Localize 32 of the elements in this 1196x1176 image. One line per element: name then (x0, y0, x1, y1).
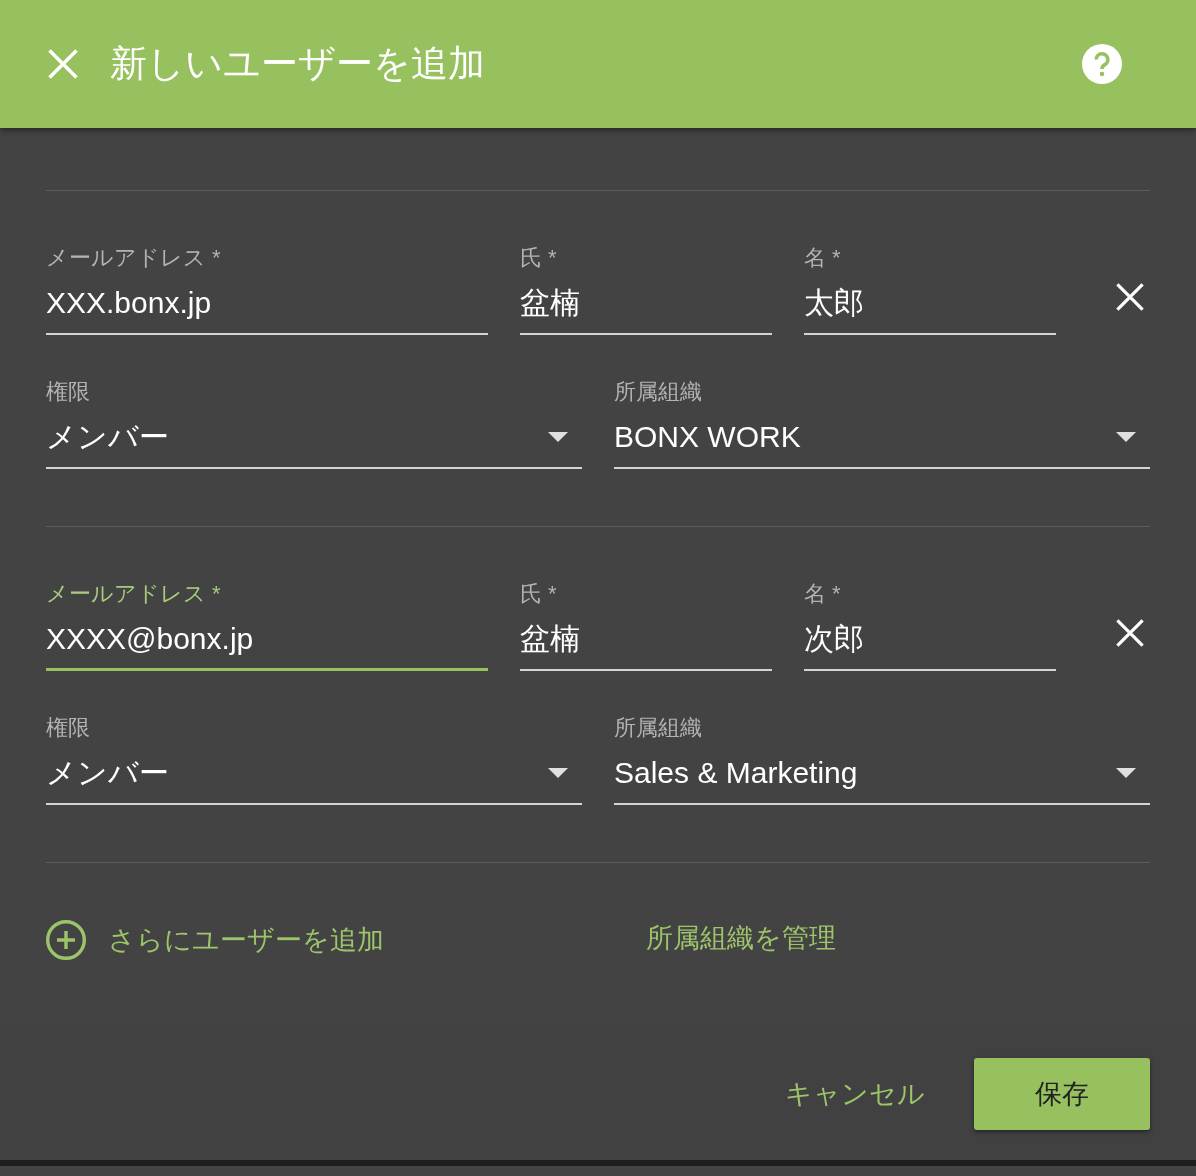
organization-select[interactable]: 所属組織 BONX WORK (614, 378, 1150, 469)
email-field[interactable]: メールアドレス * XXX.bonx.jp (46, 244, 488, 335)
field-label: 名 * (804, 580, 841, 608)
field-label: メールアドレス * (46, 580, 221, 608)
caret-icon (1116, 432, 1136, 442)
dialog-title: 新しいユーザーを追加 (110, 42, 485, 86)
close-icon[interactable] (1116, 619, 1144, 647)
field-label: 所属組織 (614, 378, 702, 406)
family-name-field[interactable]: 氏 * 盆楠 (520, 244, 772, 335)
field-label: 所属組織 (614, 714, 702, 742)
role-select[interactable]: 権限 メンバー (46, 714, 582, 805)
field-label: 権限 (46, 378, 90, 406)
manage-organizations-link[interactable]: 所属組織を管理 (646, 920, 836, 956)
role-select[interactable]: 権限 メンバー (46, 378, 582, 469)
field-label: メールアドレス * (46, 244, 221, 272)
email-field[interactable]: メールアドレス * XXXX@bonx.jp (46, 580, 488, 671)
organization-select[interactable]: 所属組織 Sales & Marketing (614, 714, 1150, 805)
close-icon[interactable] (1116, 283, 1144, 311)
field-label: 氏 * (520, 244, 557, 272)
add-user-link[interactable]: さらにユーザーを追加 (46, 920, 384, 960)
save-button[interactable]: 保存 (974, 1058, 1150, 1130)
caret-icon (1116, 768, 1136, 778)
cancel-button[interactable]: キャンセル (785, 1074, 925, 1114)
caret-icon (548, 768, 568, 778)
family-name-field[interactable]: 氏 * 盆楠 (520, 580, 772, 671)
field-label: 氏 * (520, 580, 557, 608)
field-label: 権限 (46, 714, 90, 742)
caret-icon (548, 432, 568, 442)
field-label: 名 * (804, 244, 841, 272)
given-name-field[interactable]: 名 * 太郎 (804, 244, 1056, 335)
given-name-field[interactable]: 名 * 次郎 (804, 580, 1056, 671)
plus-circle-icon (46, 920, 86, 960)
